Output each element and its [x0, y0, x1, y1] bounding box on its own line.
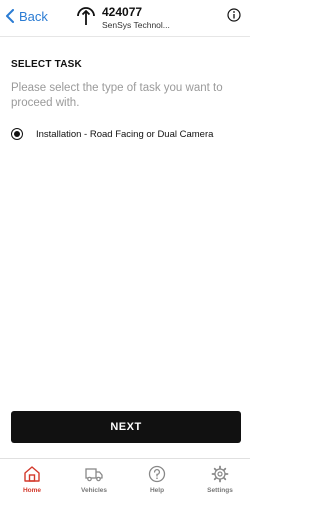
- task-selection-screen: Back 424077 SenSys Technol... SELECT TAS…: [0, 0, 250, 512]
- chevron-left-icon: [6, 9, 14, 23]
- tab-help[interactable]: Help: [132, 465, 182, 499]
- radio-selected-dot: [14, 131, 20, 137]
- info-icon[interactable]: [227, 8, 241, 22]
- tab-home[interactable]: Home: [7, 465, 57, 499]
- task-option-installation[interactable]: Installation - Road Facing or Dual Camer…: [11, 126, 243, 142]
- back-label: Back: [19, 8, 48, 24]
- bottom-tab-bar: Home Vehicles Help Settings: [0, 458, 250, 512]
- tab-settings-label: Settings: [207, 487, 233, 494]
- section-title: SELECT TASK: [11, 59, 82, 70]
- task-option-label: Installation - Road Facing or Dual Camer…: [36, 128, 214, 140]
- truck-icon: [85, 468, 103, 482]
- unit-subtitle: SenSys Technol...: [102, 20, 170, 30]
- tab-settings[interactable]: Settings: [195, 465, 245, 499]
- back-button[interactable]: Back: [5, 6, 48, 26]
- next-button[interactable]: NEXT: [11, 411, 241, 443]
- tab-home-label: Home: [22, 487, 42, 494]
- unit-id: 424077: [102, 5, 143, 19]
- device-upload-icon: [77, 7, 95, 25]
- header-bar: Back 424077 SenSys Technol...: [0, 0, 250, 37]
- tab-help-label: Help: [149, 487, 165, 494]
- tab-vehicles[interactable]: Vehicles: [69, 465, 119, 499]
- gear-icon: [211, 465, 229, 483]
- unit-header: 424077 SenSys Technol...: [76, 4, 226, 32]
- home-icon: [24, 466, 40, 482]
- help-icon: [148, 465, 166, 483]
- radio-button[interactable]: [11, 128, 23, 140]
- tab-vehicles-label: Vehicles: [80, 487, 108, 494]
- instruction-text: Please select the type of task you want …: [11, 82, 223, 109]
